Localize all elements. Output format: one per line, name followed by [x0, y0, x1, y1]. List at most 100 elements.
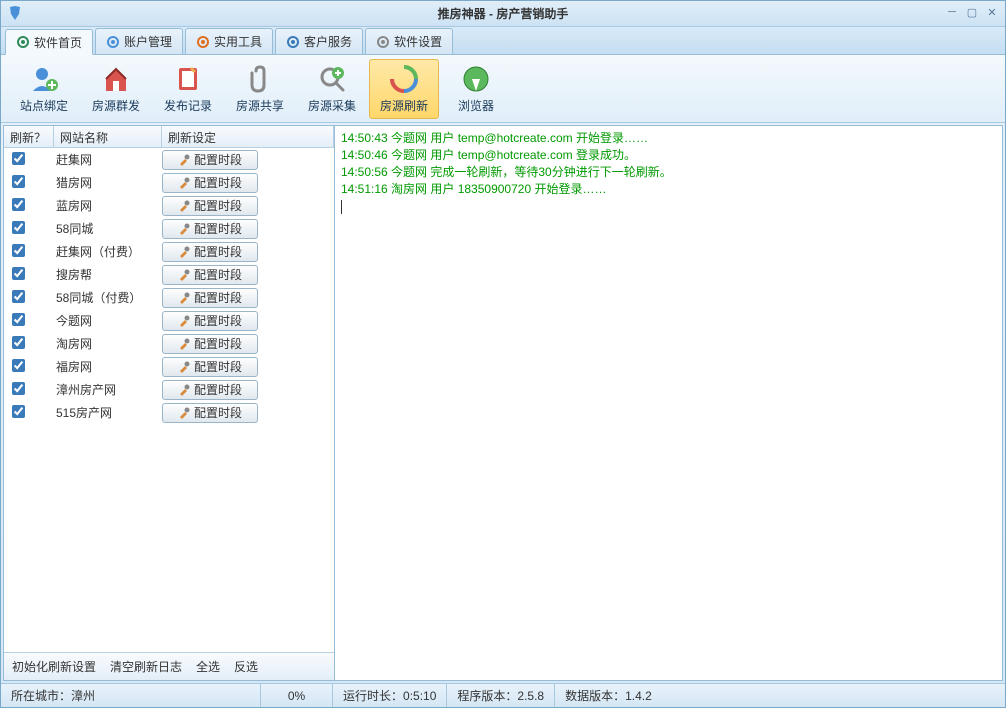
content-area: 刷新？ 网站名称 刷新设定 赶集网配置时段猎房网配置时段蓝房网配置时段58同城配… — [1, 123, 1005, 683]
table-row: 今题网配置时段 — [4, 309, 334, 332]
tool-user-add[interactable]: 站点绑定 — [9, 59, 79, 119]
row-checkbox[interactable] — [12, 175, 25, 188]
row-sitename: 漳州房产网 — [54, 381, 162, 398]
tool-browser[interactable]: 浏览器 — [441, 59, 511, 119]
row-checkbox[interactable] — [12, 152, 25, 165]
text-cursor — [341, 200, 342, 214]
tool-label: 浏览器 — [458, 97, 494, 114]
row-checkbox[interactable] — [12, 359, 25, 372]
row-sitename: 赶集网（付费） — [54, 243, 162, 260]
window-title: 推房神器 - 房产营销助手 — [438, 5, 569, 22]
row-sitename: 搜房帮 — [54, 266, 162, 283]
table-row: 蓝房网配置时段 — [4, 194, 334, 217]
tab-3[interactable]: 客户服务 — [275, 28, 363, 54]
tool-label: 站点绑定 — [20, 97, 68, 114]
wrench-icon — [178, 384, 190, 396]
config-time-button[interactable]: 配置时段 — [162, 265, 258, 285]
notebook-icon — [172, 63, 204, 95]
tool-search-plus[interactable]: 房源采集 — [297, 59, 367, 119]
main-tabs: 软件首页账户管理 实用工具 客户服务软件设置 — [1, 27, 1005, 55]
config-time-button[interactable]: 配置时段 — [162, 311, 258, 331]
init-refresh-button[interactable]: 初始化刷新设置 — [12, 658, 96, 675]
config-time-button[interactable]: 配置时段 — [162, 403, 258, 423]
tool-notebook[interactable]: 发布记录 — [153, 59, 223, 119]
log-line: 14:50:56 今题网 完成一轮刷新，等待30分钟进行下一轮刷新。 — [341, 164, 996, 181]
status-data-version: 数据版本： 1.4.2 — [555, 684, 662, 707]
config-time-button[interactable]: 配置时段 — [162, 288, 258, 308]
config-time-button[interactable]: 配置时段 — [162, 196, 258, 216]
row-checkbox[interactable] — [12, 267, 25, 280]
wrench-icon — [178, 361, 190, 373]
table-row: 福房网配置时段 — [4, 355, 334, 378]
status-program-version: 程序版本： 2.5.8 — [447, 684, 555, 707]
minimize-button[interactable]: ─ — [943, 4, 961, 20]
user-add-icon — [28, 63, 60, 95]
invert-select-button[interactable]: 反选 — [234, 658, 258, 675]
row-sitename: 58同城（付费） — [54, 289, 162, 306]
row-checkbox[interactable] — [12, 336, 25, 349]
config-time-button[interactable]: 配置时段 — [162, 357, 258, 377]
table-row: 搜房帮配置时段 — [4, 263, 334, 286]
row-checkbox[interactable] — [12, 198, 25, 211]
titlebar: 推房神器 - 房产营销助手 ─ ▢ ✕ — [1, 1, 1005, 27]
status-percent-value: 0% — [288, 689, 305, 703]
row-checkbox[interactable] — [12, 290, 25, 303]
row-sitename: 赶集网 — [54, 151, 162, 168]
close-button[interactable]: ✕ — [983, 4, 1001, 20]
main-window: 推房神器 - 房产营销助手 ─ ▢ ✕ 软件首页账户管理 实用工具 客户服务软件设置… — [0, 0, 1006, 708]
grid-header-sitename[interactable]: 网站名称 — [54, 126, 162, 147]
row-checkbox[interactable] — [12, 221, 25, 234]
config-button-label: 配置时段 — [194, 151, 242, 168]
wrench-icon — [178, 315, 190, 327]
tab-icon — [286, 35, 300, 49]
grid-header-refresh[interactable]: 刷新？ — [4, 126, 54, 147]
status-city: 所在城市： 漳州 — [1, 684, 261, 707]
grid-header-setting[interactable]: 刷新设定 — [162, 126, 334, 147]
table-row: 赶集网（付费）配置时段 — [4, 240, 334, 263]
toolbar: 站点绑定房源群发发布记录房源共享房源采集房源刷新浏览器 — [1, 55, 1005, 123]
window-controls: ─ ▢ ✕ — [943, 4, 1001, 20]
config-time-button[interactable]: 配置时段 — [162, 219, 258, 239]
config-time-button[interactable]: 配置时段 — [162, 334, 258, 354]
config-button-label: 配置时段 — [194, 404, 242, 421]
status-runtime: 运行时长： 0:5:10 — [333, 684, 447, 707]
row-checkbox[interactable] — [12, 313, 25, 326]
tool-refresh[interactable]: 房源刷新 — [369, 59, 439, 119]
table-row: 58同城配置时段 — [4, 217, 334, 240]
tool-clip[interactable]: 房源共享 — [225, 59, 295, 119]
config-time-button[interactable]: 配置时段 — [162, 380, 258, 400]
log-line: 14:50:46 今题网 用户 temp@hotcreate.com 登录成功。 — [341, 147, 996, 164]
tab-0[interactable]: 软件首页 — [5, 29, 93, 55]
config-time-button[interactable]: 配置时段 — [162, 242, 258, 262]
row-checkbox[interactable] — [12, 382, 25, 395]
row-checkbox[interactable] — [12, 405, 25, 418]
status-city-value: 漳州 — [71, 687, 95, 704]
statusbar: 所在城市： 漳州 0% 运行时长： 0:5:10 程序版本： 2.5.8 数据版… — [1, 683, 1005, 707]
select-all-button[interactable]: 全选 — [196, 658, 220, 675]
tool-house-send[interactable]: 房源群发 — [81, 59, 151, 119]
maximize-button[interactable]: ▢ — [963, 4, 981, 20]
tab-icon — [16, 35, 30, 49]
status-dataver-label: 数据版本： — [565, 687, 625, 704]
tab-label: 软件首页 — [34, 34, 82, 51]
config-button-label: 配置时段 — [194, 197, 242, 214]
config-button-label: 配置时段 — [194, 335, 242, 352]
row-sitename: 515房产网 — [54, 404, 162, 421]
status-dataver-value: 1.4.2 — [625, 689, 652, 703]
config-time-button[interactable]: 配置时段 — [162, 173, 258, 193]
site-list-panel: 刷新？ 网站名称 刷新设定 赶集网配置时段猎房网配置时段蓝房网配置时段58同城配… — [3, 125, 335, 681]
config-time-button[interactable]: 配置时段 — [162, 150, 258, 170]
tab-1[interactable]: 账户管理 — [95, 28, 183, 54]
wrench-icon — [178, 200, 190, 212]
tab-2[interactable]: 实用工具 — [185, 28, 273, 54]
row-checkbox[interactable] — [12, 244, 25, 257]
wrench-icon — [178, 246, 190, 258]
row-sitename: 猎房网 — [54, 174, 162, 191]
tab-label: 客户服务 — [304, 33, 352, 50]
config-button-label: 配置时段 — [194, 312, 242, 329]
row-sitename: 58同城 — [54, 220, 162, 237]
tab-4[interactable]: 软件设置 — [365, 28, 453, 54]
tab-icon — [196, 35, 210, 49]
tab-label: 实用工具 — [214, 33, 262, 50]
clear-log-button[interactable]: 清空刷新日志 — [110, 658, 182, 675]
